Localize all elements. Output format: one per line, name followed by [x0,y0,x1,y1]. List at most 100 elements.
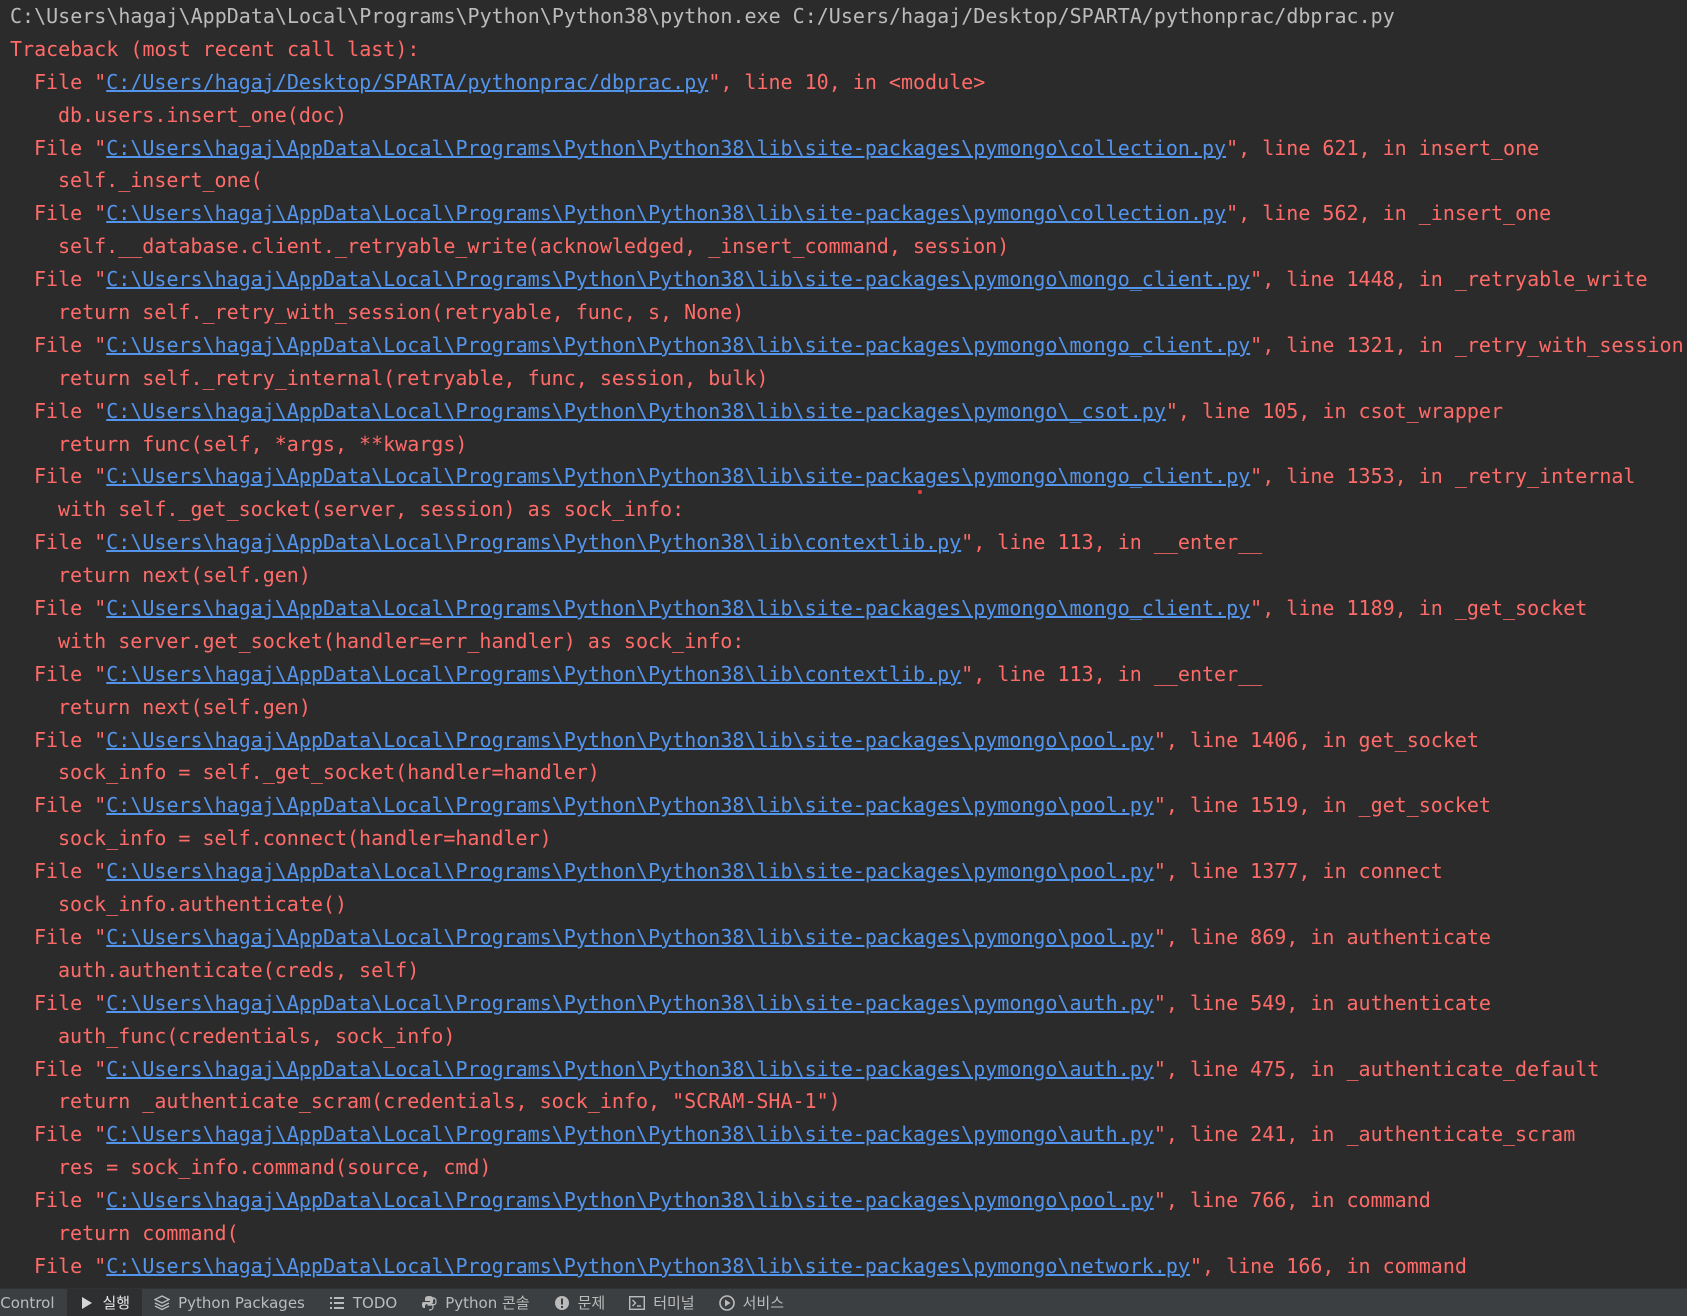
traceback-file-line: File "C:\Users\hagaj\AppData\Local\Progr… [0,526,1687,559]
file-prefix: File " [34,793,107,818]
traceback-file-line: File "C:\Users\hagaj\AppData\Local\Progr… [0,987,1687,1020]
file-path-link[interactable]: C:\Users\hagaj\AppData\Local\Programs\Py… [106,201,1226,225]
file-path-link[interactable]: C:\Users\hagaj\AppData\Local\Programs\Py… [106,399,1166,423]
tab-label: 터미널 [653,1294,695,1312]
traceback-code-line: return _authenticate_scram(credentials, … [58,1089,841,1114]
tab-python-console[interactable]: Python 콘솔 [409,1289,541,1316]
file-path-link[interactable]: C:/Users/hagaj/Desktop/SPARTA/pythonprac… [106,70,708,94]
traceback-file-line: File "C:\Users\hagaj\AppData\Local\Progr… [0,1250,1687,1283]
tool-window-bar: n Control 실행 Python Packages TODO Python… [0,1288,1687,1316]
file-prefix: File " [34,1188,107,1213]
run-icon [79,1295,95,1311]
traceback-header: Traceback (most recent call last): [10,36,420,61]
file-location-suffix: ", line 113, in __enter__ [961,530,1263,555]
file-prefix: File " [34,332,107,357]
tab-python-packages[interactable]: Python Packages [142,1289,317,1316]
traceback-file-line: File "C:\Users\hagaj\AppData\Local\Progr… [0,658,1687,691]
traceback-file-line: File "C:/Users/hagaj/Desktop/SPARTA/pyth… [0,66,1687,99]
tab-run[interactable]: 실행 [66,1289,143,1316]
tab-todo[interactable]: TODO [317,1289,409,1316]
tab-label: n Control [0,1293,55,1312]
traceback-code-line: return func(self, *args, **kwargs) [58,431,468,456]
traceback-code-line: sock_info = self._get_socket(handler=han… [58,760,600,785]
file-location-suffix: ", line 241, in _authenticate_scram [1153,1122,1576,1147]
tab-label: Python 콘솔 [445,1294,530,1312]
traceback-file-line: File "C:\Users\hagaj\AppData\Local\Progr… [0,789,1687,822]
traceback-file-line: File "C:\Users\hagaj\AppData\Local\Progr… [0,329,1687,362]
traceback-code-line: return self._retry_internal(retryable, f… [58,365,769,390]
traceback-file-line: File "C:\Users\hagaj\AppData\Local\Progr… [0,855,1687,888]
python-console-icon [421,1295,437,1311]
file-path-link[interactable]: C:\Users\hagaj\AppData\Local\Programs\Py… [106,267,1250,291]
traceback-file-line: File "C:\Users\hagaj\AppData\Local\Progr… [0,263,1687,296]
traceback-file-line: File "C:\Users\hagaj\AppData\Local\Progr… [0,1118,1687,1151]
file-location-suffix: ", line 766, in command [1153,1188,1431,1213]
tab-version-control[interactable]: n Control [0,1289,67,1316]
file-location-suffix: ", line 549, in authenticate [1153,990,1491,1015]
file-path-link[interactable]: C:\Users\hagaj\AppData\Local\Programs\Py… [106,662,961,686]
traceback-file-line: File "C:\Users\hagaj\AppData\Local\Progr… [0,921,1687,954]
traceback-file-line: File "C:\Users\hagaj\AppData\Local\Progr… [0,1184,1687,1217]
file-path-link[interactable]: C:\Users\hagaj\AppData\Local\Programs\Py… [106,136,1226,160]
traceback-code-line: auth.authenticate(creds, self) [58,957,420,982]
file-prefix: File " [34,464,107,489]
traceback-code-line: with self._get_socket(server, session) a… [58,497,685,522]
traceback-file-line: File "C:\Users\hagaj\AppData\Local\Progr… [0,592,1687,625]
file-prefix: File " [34,859,107,884]
problems-icon [554,1295,570,1311]
file-prefix: File " [34,924,107,949]
tab-services[interactable]: 서비스 [707,1289,796,1316]
file-path-link[interactable]: C:\Users\hagaj\AppData\Local\Programs\Py… [106,728,1154,752]
traceback-file-line: File "C:\Users\hagaj\AppData\Local\Progr… [0,1053,1687,1086]
tab-terminal[interactable]: 터미널 [617,1289,706,1316]
terminal-icon [629,1295,646,1311]
file-path-link[interactable]: C:\Users\hagaj\AppData\Local\Programs\Py… [106,333,1250,357]
file-prefix: File " [34,398,107,423]
file-path-link[interactable]: C:\Users\hagaj\AppData\Local\Programs\Py… [106,530,961,554]
services-icon [718,1294,735,1311]
file-location-suffix: ", line 10, in <module> [708,69,986,94]
file-path-link[interactable]: C:\Users\hagaj\AppData\Local\Programs\Py… [106,464,1250,488]
traceback-code-line: return next(self.gen) [58,694,311,719]
file-path-link[interactable]: C:\Users\hagaj\AppData\Local\Programs\Py… [106,859,1154,883]
todo-icon [329,1295,345,1311]
file-location-suffix: ", line 1377, in connect [1153,859,1443,884]
caret-marker [918,490,922,494]
traceback-frames: File "C:/Users/hagaj/Desktop/SPARTA/pyth… [0,66,1687,1283]
file-prefix: File " [34,201,107,226]
file-location-suffix: ", line 869, in authenticate [1153,924,1491,949]
traceback-file-line: File "C:\Users\hagaj\AppData\Local\Progr… [0,132,1687,165]
file-path-link[interactable]: C:\Users\hagaj\AppData\Local\Programs\Py… [106,991,1154,1015]
file-path-link[interactable]: C:\Users\hagaj\AppData\Local\Programs\Py… [106,1254,1190,1278]
traceback-file-line: File "C:\Users\hagaj\AppData\Local\Progr… [0,395,1687,428]
file-path-link[interactable]: C:\Users\hagaj\AppData\Local\Programs\Py… [106,1188,1154,1212]
tab-problems[interactable]: 문제 [542,1289,618,1316]
file-path-link[interactable]: C:\Users\hagaj\AppData\Local\Programs\Py… [106,1122,1154,1146]
file-prefix: File " [34,661,107,686]
traceback-code-line: return command( [58,1220,239,1245]
file-path-link[interactable]: C:\Users\hagaj\AppData\Local\Programs\Py… [106,925,1154,949]
tab-label: TODO [352,1293,398,1312]
file-location-suffix: ", line 1448, in _retryable_write [1250,267,1648,292]
file-prefix: File " [34,267,107,292]
file-prefix: File " [34,135,107,160]
file-path-link[interactable]: C:\Users\hagaj\AppData\Local\Programs\Py… [106,793,1154,817]
file-path-link[interactable]: C:\Users\hagaj\AppData\Local\Programs\Py… [106,1057,1154,1081]
file-prefix: File " [34,69,107,94]
file-prefix: File " [34,1253,107,1278]
file-prefix: File " [34,727,107,752]
file-location-suffix: ", line 166, in command [1189,1253,1467,1278]
run-console-output[interactable]: C:\Users\hagaj\AppData\Local\Programs\Py… [0,0,1687,1288]
tab-label: Python Packages [178,1293,305,1312]
traceback-code-line: auth_func(credentials, sock_info) [58,1023,456,1048]
tab-label: 실행 [102,1294,131,1312]
traceback-code-line: res = sock_info.command(source, cmd) [58,1155,492,1180]
file-location-suffix: ", line 1353, in _retry_internal [1250,464,1636,489]
traceback-code-line: db.users.insert_one(doc) [58,102,347,127]
tab-label: 문제 [577,1294,606,1312]
traceback-code-line: return self._retry_with_session(retryabl… [58,300,745,325]
file-location-suffix: ", line 1406, in get_socket [1153,727,1479,752]
packages-icon [154,1294,171,1311]
file-location-suffix: ", line 475, in _authenticate_default [1153,1056,1600,1081]
file-path-link[interactable]: C:\Users\hagaj\AppData\Local\Programs\Py… [106,596,1250,620]
